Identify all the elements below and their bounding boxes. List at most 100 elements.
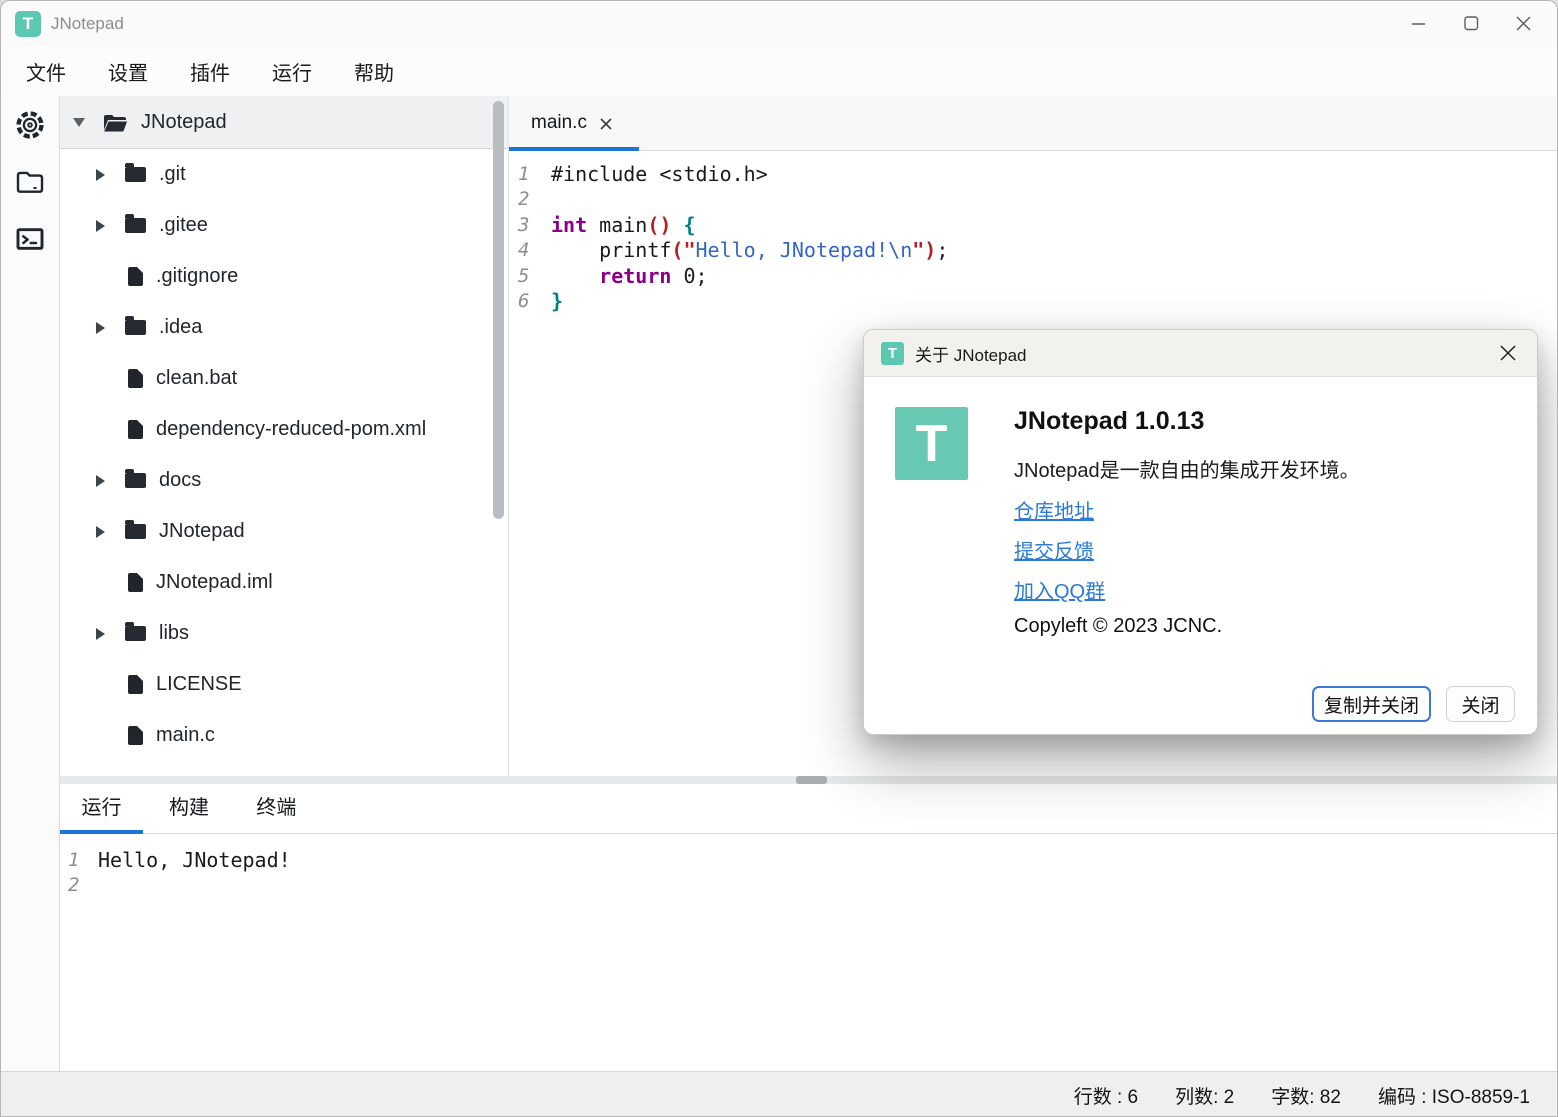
about-heading: JNotepad 1.0.13 [1014, 407, 1204, 436]
tree-root-label: JNotepad [141, 111, 227, 134]
tree-item-label: main.c [156, 724, 215, 747]
app-logo-icon: T [881, 342, 904, 365]
terminal-button[interactable] [1, 210, 59, 267]
dialog-title: 关于 JNotepad [915, 341, 1027, 366]
tree-item[interactable]: docs [60, 455, 508, 506]
app-logo-letter: T [23, 14, 33, 34]
tab-run[interactable]: 运行 [60, 784, 143, 833]
code-line: 2 [509, 187, 1557, 212]
tree-item-label: .gitignore [156, 265, 238, 288]
tab-terminal[interactable]: 终端 [235, 784, 318, 833]
settings-button[interactable] [1, 96, 59, 153]
chevron-right-icon[interactable] [96, 526, 105, 538]
about-description: JNotepad是一款自由的集成开发环境。 [1014, 454, 1360, 483]
tree-scrollbar-thumb[interactable] [493, 101, 504, 519]
folder-icon [125, 626, 146, 641]
file-icon [128, 675, 143, 694]
splitter-grabber[interactable] [796, 776, 827, 784]
bottom-tab-bar: 运行 构建 终端 [60, 784, 1557, 834]
tree-item[interactable]: LICENSE [60, 659, 508, 710]
file-tree: JNotepad .git .gitee .gitignore .idea [60, 96, 509, 776]
tab-main-c[interactable]: main.c [509, 96, 632, 150]
tree-item[interactable]: main.c [60, 710, 508, 761]
folder-icon [125, 524, 146, 539]
tree-item-label: dependency-reduced-pom.xml [156, 418, 426, 441]
chevron-right-icon[interactable] [96, 220, 105, 232]
tree-item[interactable]: .gitee [60, 200, 508, 251]
folder-icon [125, 167, 146, 182]
tree-item-label: docs [159, 469, 201, 492]
menu-plugins[interactable]: 插件 [190, 57, 230, 86]
link-repository[interactable]: 仓库地址 [1014, 495, 1094, 524]
open-folder-icon [103, 113, 128, 132]
line-number: 4 [509, 238, 551, 263]
tab-label: main.c [531, 112, 587, 134]
minimize-button[interactable] [1393, 1, 1445, 46]
menu-help[interactable]: 帮助 [354, 57, 394, 86]
status-column: 列数: 2 [1175, 1082, 1234, 1109]
window-controls [1393, 1, 1549, 46]
explorer-button[interactable] [1, 153, 59, 210]
terminal-icon [14, 223, 46, 255]
menu-file[interactable]: 文件 [26, 57, 66, 86]
chevron-right-icon[interactable] [96, 322, 105, 334]
about-dialog: T 关于 JNotepad T JNotepad 1.0.13 JNotepad… [863, 329, 1538, 735]
folder-icon [125, 320, 146, 335]
chevron-right-icon[interactable] [96, 628, 105, 640]
tree-item-label: .git [159, 163, 186, 186]
dialog-close-button[interactable] [1499, 344, 1517, 362]
line-number: 3 [509, 213, 551, 238]
tree-item-label: clean.bat [156, 367, 237, 390]
folder-icon [14, 166, 46, 198]
tree-item[interactable]: dependency-reduced-pom.xml [60, 404, 508, 455]
tree-item[interactable]: JNotepad.iml [60, 557, 508, 608]
copy-and-close-button[interactable]: 复制并关闭 [1312, 686, 1431, 722]
chevron-right-icon[interactable] [96, 475, 105, 487]
link-qq-group[interactable]: 加入QQ群 [1014, 575, 1105, 604]
window-title: JNotepad [51, 14, 124, 34]
editor-tab-bar: main.c [509, 96, 1557, 151]
code-line: 3 int main() { [509, 213, 1557, 238]
code-line: 1 #include <stdio.h> [509, 162, 1557, 187]
line-number: 5 [509, 264, 551, 289]
chevron-down-icon[interactable] [73, 118, 85, 127]
app-window: T JNotepad 文件 设置 插件 运行 帮助 [0, 0, 1558, 1117]
file-icon [128, 726, 143, 745]
menu-run[interactable]: 运行 [272, 57, 312, 86]
file-icon [128, 573, 143, 592]
code-line: 6 } [509, 289, 1557, 314]
tab-close-icon[interactable] [600, 118, 612, 130]
link-feedback[interactable]: 提交反馈 [1014, 535, 1094, 564]
tree-item[interactable]: JNotepad [60, 506, 508, 557]
code-line: 5 return 0; [509, 264, 1557, 289]
tree-item[interactable]: .gitignore [60, 251, 508, 302]
tree-item-label: JNotepad.iml [156, 571, 273, 594]
tree-item[interactable]: .idea [60, 302, 508, 353]
tree-item[interactable]: .git [60, 149, 508, 200]
line-number: 1 [60, 848, 98, 873]
settings-gear-icon [14, 109, 46, 141]
horizontal-splitter[interactable] [60, 776, 1557, 784]
tree-root-row[interactable]: JNotepad [60, 96, 508, 149]
status-line-count: 行数 : 6 [1074, 1082, 1138, 1109]
dialog-close-action-button[interactable]: 关闭 [1446, 686, 1515, 722]
tree-item-label: LICENSE [156, 673, 242, 696]
file-icon [128, 420, 143, 439]
tree-item[interactable]: libs [60, 608, 508, 659]
maximize-button[interactable] [1445, 1, 1497, 46]
chevron-right-icon[interactable] [96, 169, 105, 181]
tree-item-label: .gitee [159, 214, 208, 237]
status-char-count: 字数: 82 [1271, 1082, 1341, 1109]
tab-build[interactable]: 构建 [147, 784, 230, 833]
dialog-body: T JNotepad 1.0.13 JNotepad是一款自由的集成开发环境。 … [864, 377, 1537, 736]
minimize-icon [1412, 17, 1426, 31]
active-tab-indicator [509, 147, 639, 151]
code-editor[interactable]: 1 #include <stdio.h> 2 3 int main() { 4 … [509, 151, 1557, 314]
output-line: 2 [60, 873, 1557, 898]
tree-item[interactable]: clean.bat [60, 353, 508, 404]
run-output: 1 Hello, JNotepad! 2 [60, 834, 1557, 897]
close-button[interactable] [1497, 1, 1549, 46]
app-logo-icon: T [15, 11, 41, 37]
tree-item-label: .idea [159, 316, 202, 339]
menu-settings[interactable]: 设置 [108, 57, 148, 86]
